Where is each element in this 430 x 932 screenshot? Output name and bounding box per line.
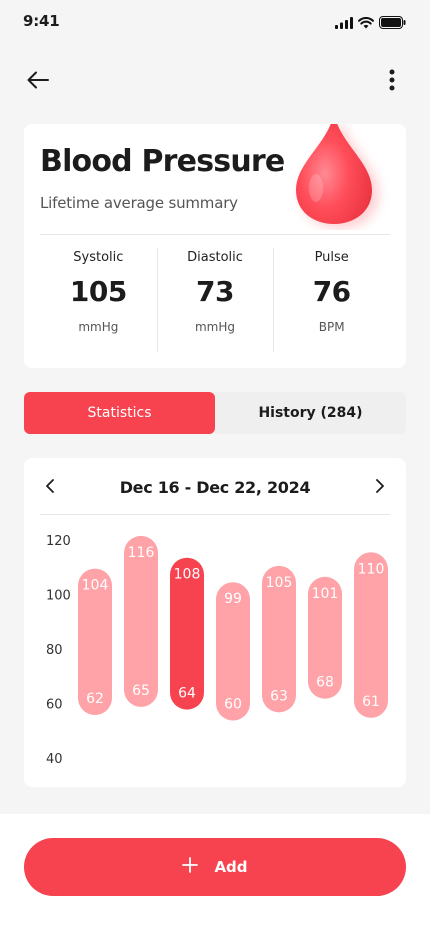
blood-drop-icon — [282, 124, 392, 230]
systolic-value-label: 110 — [358, 561, 385, 577]
y-tick-label: 100 — [46, 589, 71, 604]
battery-icon — [379, 14, 406, 33]
more-options-button[interactable] — [376, 66, 408, 98]
diastolic-value-label: 63 — [270, 688, 288, 704]
metric-label: Pulse — [314, 250, 349, 265]
bottom-bar: Add — [0, 814, 430, 932]
systolic-value-label: 116 — [128, 545, 155, 561]
segmented-tabs: Statistics History (284) — [24, 392, 406, 434]
metric-diastolic: Diastolic 73 mmHg — [156, 244, 274, 352]
metric-systolic: Systolic 105 mmHg — [40, 244, 157, 352]
top-app-bar — [0, 62, 430, 102]
y-tick-label: 60 — [46, 698, 63, 713]
metric-value: 76 — [312, 275, 351, 308]
systolic-value-label: 101 — [312, 586, 339, 602]
status-time: 9:41 — [23, 12, 60, 30]
tab-history[interactable]: History (284) — [215, 392, 406, 434]
diastolic-value-label: 60 — [224, 697, 242, 713]
y-tick-label: 120 — [46, 534, 71, 549]
arrow-left-icon — [27, 71, 49, 93]
range-bar[interactable] — [124, 535, 158, 707]
systolic-value-label: 105 — [266, 575, 293, 591]
add-button[interactable]: Add — [24, 838, 406, 896]
summary-card: Blood Pressure Lifetime average summary … — [24, 124, 406, 368]
wifi-icon — [358, 14, 374, 33]
back-button[interactable] — [22, 66, 54, 98]
y-tick-label: 80 — [46, 643, 63, 658]
chart-divider — [40, 514, 390, 515]
metric-value: 73 — [196, 275, 234, 308]
metric-value: 105 — [69, 275, 127, 308]
diastolic-value-label: 61 — [362, 694, 380, 710]
metric-unit: mmHg — [194, 320, 236, 334]
add-button-label: Add — [214, 858, 248, 876]
diastolic-value-label: 64 — [178, 686, 196, 702]
metric-label: Diastolic — [187, 250, 243, 265]
diastolic-value-label: 65 — [132, 683, 150, 699]
metric-unit: mmHg — [78, 320, 119, 334]
status-icons — [335, 14, 406, 33]
chart-card: Dec 16 - Dec 22, 2024 120 100 80 60 40 104 62 1… — [24, 458, 406, 787]
blood-pressure-chart: 120 100 80 60 40 104 62 116 65 108 64 99 60 105 63 101 6… — [46, 534, 388, 767]
metrics-row: Systolic 105 mmHg Diastolic 73 mmHg Puls… — [40, 244, 390, 352]
date-range-label: Dec 16 - Dec 22, 2024 — [119, 478, 311, 497]
systolic-value-label: 104 — [82, 578, 109, 594]
metric-label: Systolic — [73, 250, 124, 265]
status-bar: 9:41 — [0, 0, 430, 44]
page-title: Blood Pressure — [40, 144, 285, 179]
systolic-value-label: 99 — [224, 591, 242, 607]
metric-pulse: Pulse 76 BPM — [273, 244, 390, 352]
diastolic-value-label: 68 — [316, 675, 334, 691]
summary-subtitle: Lifetime average summary — [40, 194, 238, 212]
y-tick-label: 40 — [46, 752, 63, 767]
more-vertical-icon — [389, 69, 395, 95]
tab-statistics[interactable]: Statistics — [24, 392, 215, 434]
summary-divider — [40, 234, 390, 235]
systolic-value-label: 108 — [174, 567, 201, 583]
chevron-right-icon — [375, 478, 385, 498]
diastolic-value-label: 62 — [86, 691, 104, 707]
signal-icon — [335, 14, 353, 33]
next-week-button[interactable] — [368, 476, 392, 500]
metric-unit: BPM — [318, 320, 345, 334]
plus-icon — [182, 857, 199, 877]
